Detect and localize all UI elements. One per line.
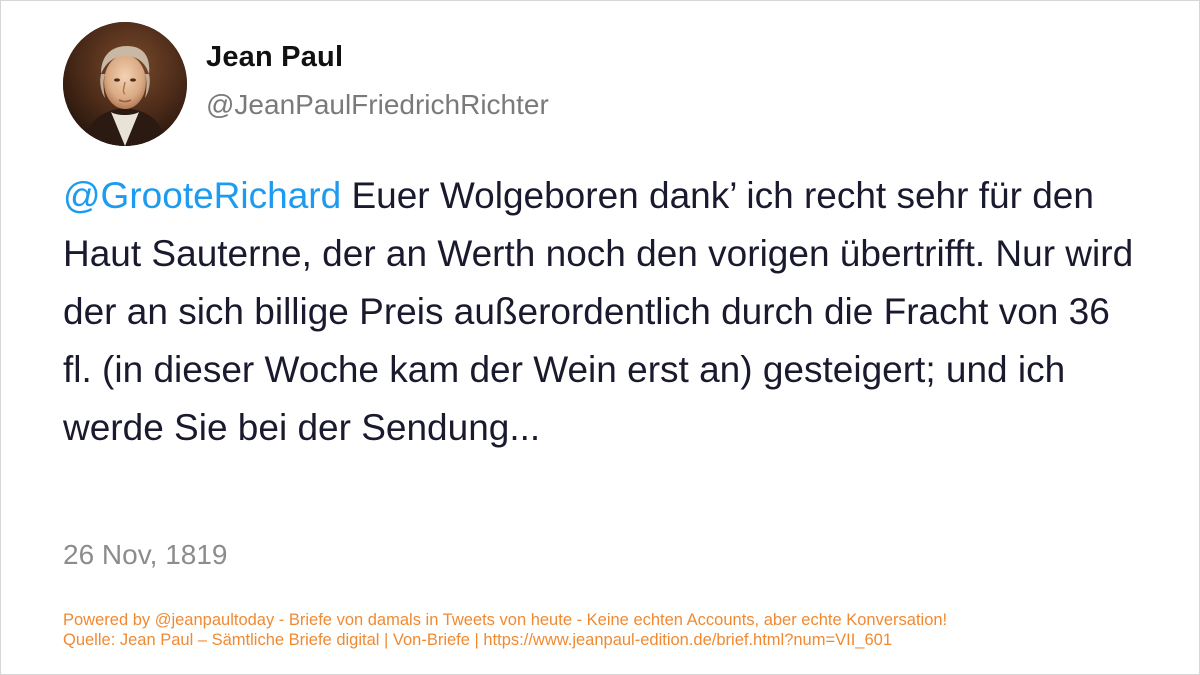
source-text: Quelle: Jean Paul – Sämtliche Briefe dig…	[63, 631, 892, 649]
mention-link[interactable]: @GrooteRichard	[63, 175, 341, 216]
display-name[interactable]: Jean Paul	[206, 41, 343, 74]
powered-by-text: Powered by @jeanpaultoday - Briefe von d…	[63, 611, 948, 629]
user-handle[interactable]: @JeanPaulFriedrichRichter	[206, 89, 549, 121]
tweet-card: Jean Paul @JeanPaulFriedrichRichter @Gro…	[0, 0, 1200, 675]
tweet-date: 26 Nov, 1819	[63, 539, 228, 570]
portrait-avatar-icon	[63, 22, 187, 146]
tweet-text: @GrooteRichard Euer Wolgeboren dank’ ich…	[63, 167, 1143, 457]
footer: Powered by @jeanpaultoday - Briefe von d…	[63, 610, 947, 650]
avatar[interactable]	[63, 22, 187, 146]
